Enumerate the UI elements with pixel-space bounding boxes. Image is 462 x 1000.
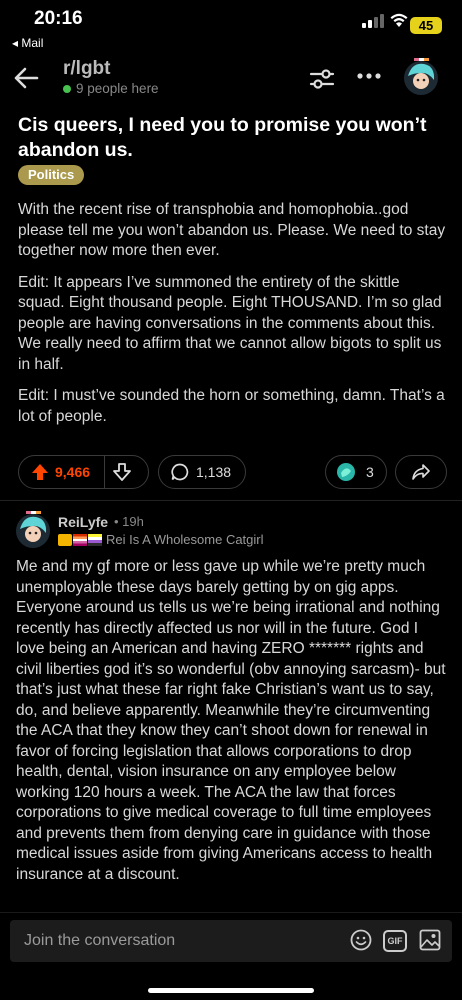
- vote-control: 9,466: [18, 455, 149, 489]
- presence-label: 9 people here: [76, 81, 159, 96]
- divider: [0, 500, 462, 501]
- upvote-icon[interactable]: [31, 463, 49, 481]
- lesbian-flag-icon: [73, 533, 87, 546]
- battery-indicator: 45: [410, 17, 442, 34]
- post-paragraph: With the recent rise of transphobia and …: [18, 201, 446, 259]
- back-to-mail-link[interactable]: ◂ Mail: [12, 36, 43, 50]
- online-dot-icon: [63, 84, 71, 93]
- image-icon[interactable]: [419, 929, 441, 951]
- award-count: 3: [366, 464, 374, 480]
- post-body: With the recent rise of transphobia and …: [18, 200, 446, 438]
- post-flair[interactable]: Politics: [18, 165, 85, 185]
- status-bar: 20:16 ◂ Mail 45: [0, 0, 462, 52]
- more-icon[interactable]: [357, 72, 381, 80]
- share-button[interactable]: [395, 455, 447, 489]
- comment-icon: [171, 463, 189, 481]
- nonbinary-flag-icon: [88, 533, 102, 546]
- user-avatar[interactable]: [402, 56, 440, 96]
- comment-count: 1,138: [196, 464, 232, 480]
- comment-input[interactable]: Join the conversation GIF: [10, 920, 452, 962]
- comment-username[interactable]: ReiLyfe: [58, 514, 108, 530]
- signal-icon: [362, 14, 384, 28]
- comments-button[interactable]: 1,138: [158, 455, 246, 489]
- post-paragraph: Edit: It appears I’ve summoned the entir…: [18, 273, 442, 373]
- comment-placeholder: Join the conversation: [24, 932, 176, 949]
- award-icon: [337, 463, 355, 481]
- back-arrow-icon[interactable]: [12, 64, 40, 92]
- gif-icon[interactable]: GIF: [383, 930, 407, 952]
- post-title: Cis queers, I need you to promise you wo…: [18, 114, 427, 161]
- comment-composer: Join the conversation GIF: [0, 912, 462, 1000]
- home-indicator[interactable]: [148, 988, 314, 993]
- award-button[interactable]: 3: [325, 455, 387, 489]
- commenter-avatar[interactable]: [14, 509, 52, 549]
- vote-divider: [104, 455, 106, 489]
- post-actions: 9,466 1,138 3: [18, 455, 448, 489]
- downvote-icon[interactable]: [113, 463, 131, 481]
- app-header: r/lgbt 9 people here: [0, 52, 462, 108]
- subreddit-name[interactable]: r/lgbt: [63, 58, 111, 80]
- upvote-count: 9,466: [55, 464, 91, 480]
- flair-text: Rei Is A Wholesome Catgirl: [106, 532, 264, 547]
- post-paragraph: Edit: I must’ve sounded the horn or some…: [18, 387, 445, 425]
- wifi-icon: [390, 13, 408, 27]
- comment-body: Me and my gf more or less gave up while …: [16, 558, 446, 883]
- filter-icon[interactable]: [308, 66, 336, 92]
- clock: 20:16: [34, 8, 83, 29]
- comment-timestamp: • 19h: [114, 514, 144, 529]
- user-flair: Rei Is A Wholesome Catgirl: [58, 532, 264, 547]
- presence-count: 9 people here: [63, 81, 159, 96]
- flair-emoji-icon: [58, 533, 72, 546]
- share-icon: [412, 464, 430, 480]
- emoji-icon[interactable]: [350, 929, 372, 951]
